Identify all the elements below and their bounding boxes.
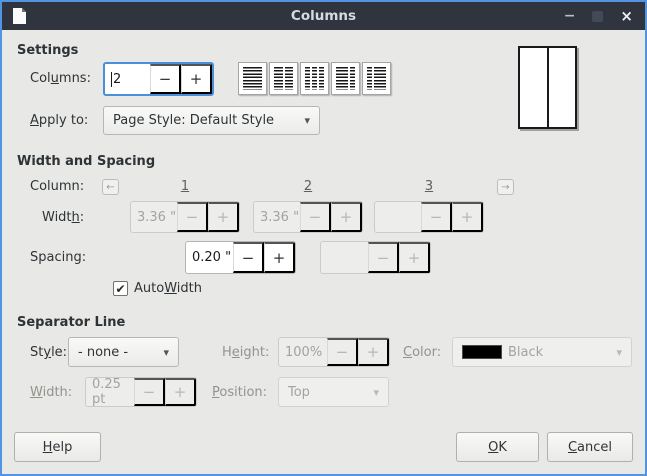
height-spinbox: 100% − + xyxy=(278,337,390,367)
column-number-2: 2 xyxy=(298,179,318,194)
separator-line-heading: Separator Line xyxy=(17,315,125,330)
columns-increment-button[interactable]: + xyxy=(181,64,212,94)
window-title: Columns xyxy=(2,8,645,24)
close-button[interactable]: × xyxy=(618,9,635,24)
column-number-3: 3 xyxy=(419,179,439,194)
height-increment-button: + xyxy=(358,338,389,366)
style-value: - none - xyxy=(78,345,128,360)
position-select: Top ▾ xyxy=(278,377,389,407)
autowidth-checkbox[interactable]: ✔ xyxy=(113,281,128,296)
width-spacing-heading: Width and Spacing xyxy=(17,154,155,169)
height-decrement-button: − xyxy=(327,338,358,366)
separator-width-label: Width: xyxy=(30,385,72,400)
columns-label: Columns: xyxy=(30,71,91,86)
check-icon: ✔ xyxy=(115,282,125,296)
separator-width-spinbox: 0.25 pt − + xyxy=(85,377,197,407)
height-label: Height: xyxy=(222,345,269,360)
style-label: Style: xyxy=(30,345,67,360)
minimize-button[interactable]: − xyxy=(562,9,578,23)
preset-wide-left-button[interactable] xyxy=(331,62,360,95)
width-2-decrement-button: − xyxy=(300,202,331,232)
separator-width-decrement-button: − xyxy=(134,378,165,406)
dropdown-arrow-icon: ▾ xyxy=(367,386,379,399)
apply-to-label: Apply to: xyxy=(30,113,88,128)
preview-column-divider xyxy=(547,48,549,127)
preset-one-column-button[interactable] xyxy=(238,62,267,95)
spacing-2-decrement-button: − xyxy=(368,242,399,273)
help-button[interactable]: Help xyxy=(14,432,101,462)
dropdown-arrow-icon: ▾ xyxy=(157,346,169,359)
wide-left-icon xyxy=(336,67,355,90)
next-column-button: → xyxy=(497,179,514,195)
color-label: Color: xyxy=(403,345,441,360)
spacing-2-spinbox: − + xyxy=(320,241,431,274)
window-controls: − × xyxy=(562,9,635,24)
apply-to-value: Page Style: Default Style xyxy=(113,113,274,128)
column-presets xyxy=(238,62,391,95)
two-columns-icon xyxy=(274,67,293,90)
dropdown-arrow-icon: ▾ xyxy=(298,114,310,127)
color-select: Black ▾ xyxy=(452,337,632,367)
columns-dialog: Columns − × Settings Columns: 2 − + Appl… xyxy=(0,0,647,476)
style-select[interactable]: - none - ▾ xyxy=(68,337,179,367)
separator-width-increment-button: + xyxy=(165,378,196,406)
wide-right-icon xyxy=(367,67,386,90)
column-number-1: 1 xyxy=(175,179,195,194)
columns-decrement-button[interactable]: − xyxy=(150,64,181,94)
dropdown-arrow-icon: ▾ xyxy=(610,346,622,359)
autowidth-label: AutoWidth xyxy=(134,281,202,296)
width-3-decrement-button: − xyxy=(421,202,452,232)
titlebar: Columns − × xyxy=(2,2,645,30)
columns-preview xyxy=(518,46,577,129)
preset-two-columns-button[interactable] xyxy=(269,62,298,95)
spacing-1-decrement-button[interactable]: − xyxy=(233,242,264,273)
apply-to-select[interactable]: Page Style: Default Style ▾ xyxy=(103,106,320,135)
spacing-label: Spacing: xyxy=(30,250,86,265)
color-swatch xyxy=(462,345,502,359)
spacing-1-increment-button[interactable]: + xyxy=(264,242,295,273)
previous-column-button: ← xyxy=(102,179,119,195)
spacing-1-spinbox[interactable]: 0.20 " − + xyxy=(185,241,296,274)
document-icon xyxy=(12,7,27,25)
width-1-decrement-button: − xyxy=(177,202,208,232)
columns-spinbox[interactable]: 2 − + xyxy=(103,62,214,96)
color-value: Black xyxy=(508,345,543,360)
text-caret xyxy=(111,72,112,87)
position-value: Top xyxy=(288,385,310,400)
width-3-increment-button: + xyxy=(452,202,483,232)
columns-value[interactable]: 2 xyxy=(105,64,150,94)
one-column-icon xyxy=(243,67,262,90)
width-column-2-spinbox: 3.36 " − + xyxy=(253,201,363,233)
width-1-increment-button: + xyxy=(208,202,239,232)
width-label: Width: xyxy=(42,210,84,225)
width-column-3-spinbox: − + xyxy=(374,201,484,233)
cancel-button[interactable]: Cancel xyxy=(547,432,633,462)
ok-button[interactable]: OK xyxy=(456,432,539,462)
column-nav-label: Column: xyxy=(30,179,84,194)
width-column-1-spinbox: 3.36 " − + xyxy=(130,201,240,233)
settings-heading: Settings xyxy=(17,43,78,58)
width-2-increment-button: + xyxy=(331,202,362,232)
preset-three-columns-button[interactable] xyxy=(300,62,329,95)
spacing-2-increment-button: + xyxy=(399,242,430,273)
preset-wide-right-button[interactable] xyxy=(362,62,391,95)
maximize-button xyxy=(592,11,603,22)
three-columns-icon xyxy=(305,67,324,90)
position-label: Position: xyxy=(212,385,267,400)
